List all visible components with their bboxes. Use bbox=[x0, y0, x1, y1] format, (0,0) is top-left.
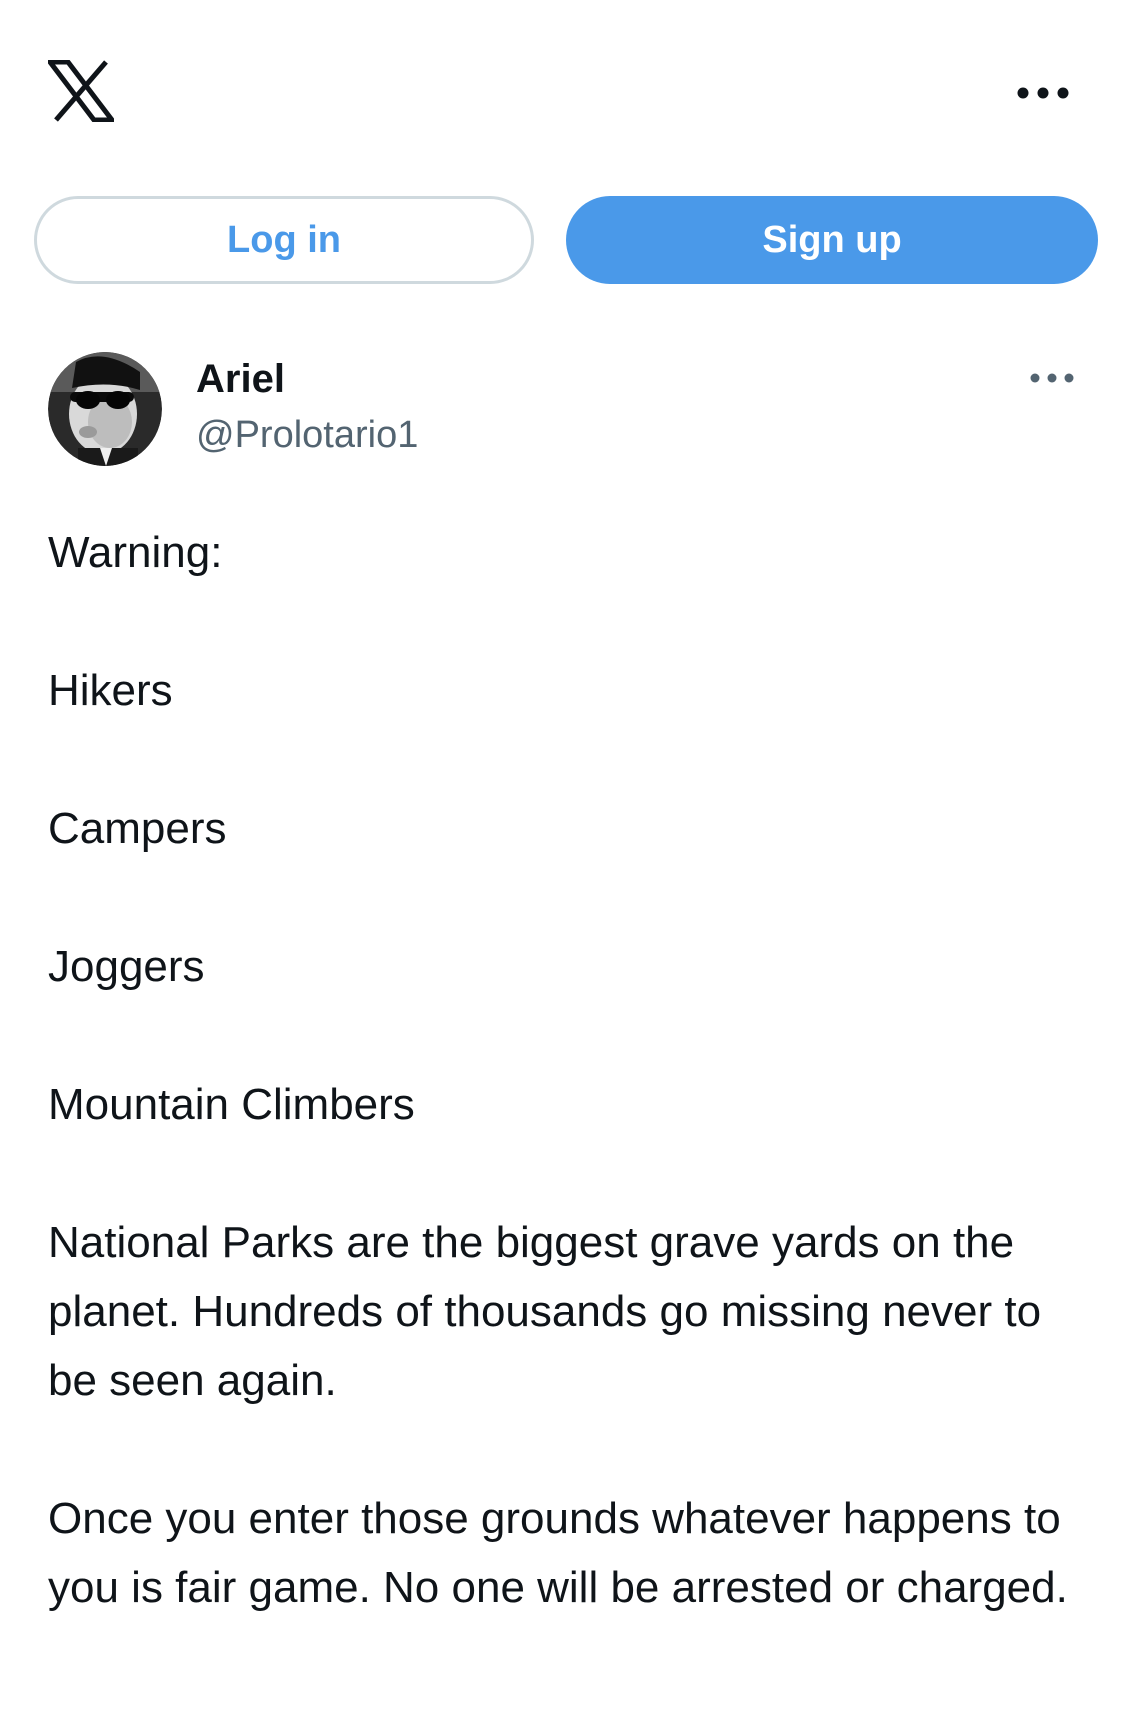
more-horizontal-icon[interactable] bbox=[1013, 78, 1073, 108]
post-author: Ariel @Prolotario1 bbox=[0, 350, 1125, 470]
top-bar bbox=[0, 0, 1125, 180]
auth-buttons: Log in Sign up bbox=[0, 196, 1125, 288]
tweet-paragraph: National Parks are the biggest grave yar… bbox=[48, 1218, 1042, 1405]
tweet-paragraph: Warning: bbox=[48, 528, 223, 577]
x-logo-icon[interactable] bbox=[48, 60, 114, 122]
author-handle[interactable]: @Prolotario1 bbox=[196, 410, 418, 460]
user-avatar[interactable] bbox=[48, 352, 162, 466]
tweet-paragraph: Mountain Climbers bbox=[48, 1080, 415, 1129]
more-horizontal-icon[interactable] bbox=[1027, 366, 1077, 390]
tweet-text: Warning: Hikers Campers Joggers Mountain… bbox=[48, 518, 1088, 1622]
tweet-paragraph: Hikers bbox=[48, 666, 173, 715]
author-name[interactable]: Ariel bbox=[196, 354, 285, 404]
tweet-paragraph: Campers bbox=[48, 804, 227, 853]
tweet-paragraph: Once you enter those grounds whatever ha… bbox=[48, 1494, 1068, 1612]
tweet-paragraph: Joggers bbox=[48, 942, 205, 991]
signup-button[interactable]: Sign up bbox=[566, 196, 1098, 284]
login-button[interactable]: Log in bbox=[34, 196, 534, 284]
